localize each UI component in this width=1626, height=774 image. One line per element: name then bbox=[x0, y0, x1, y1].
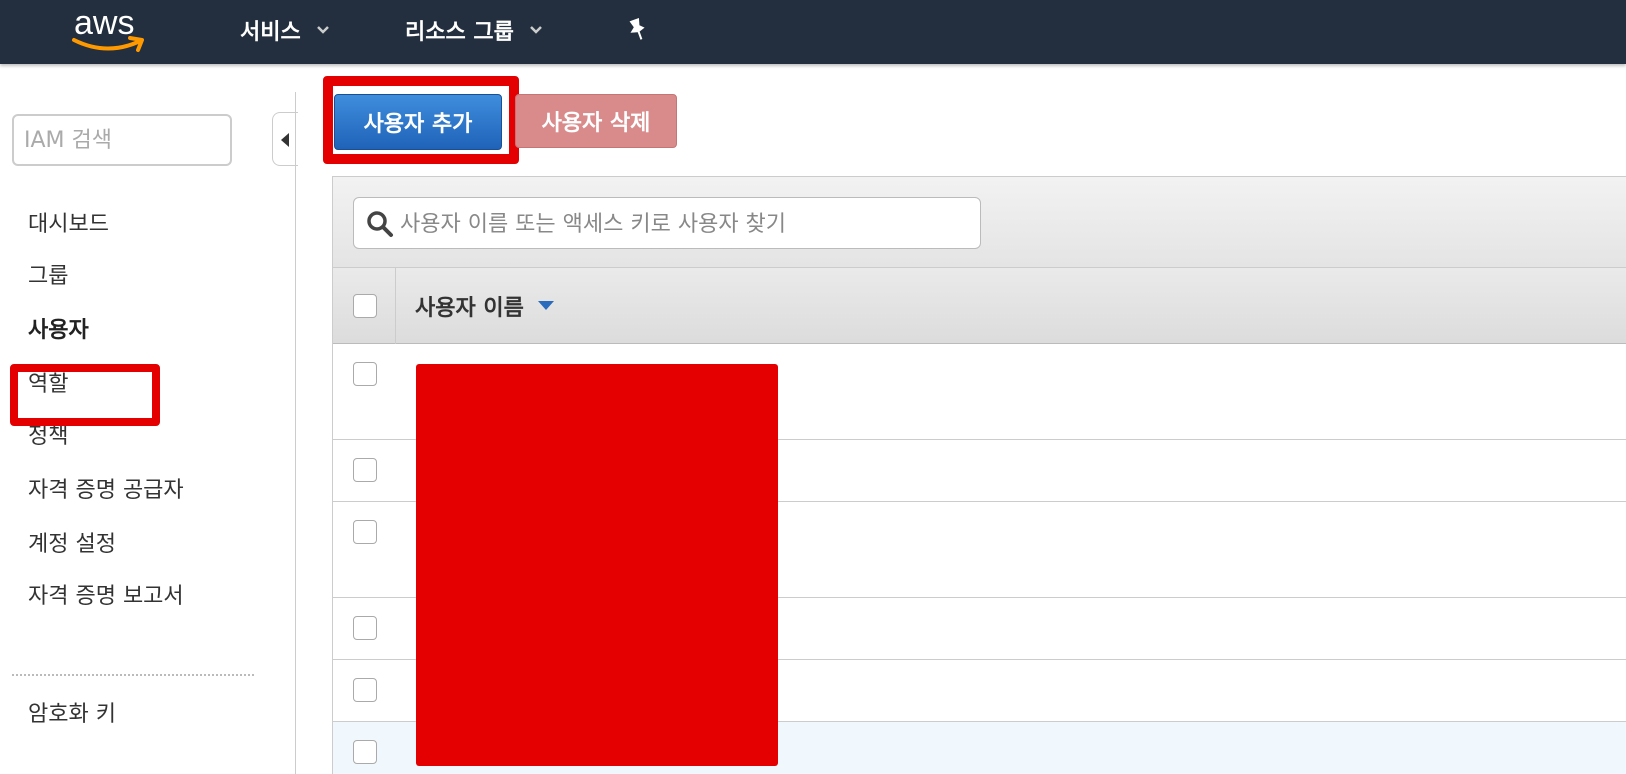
select-all-checkbox[interactable] bbox=[353, 294, 377, 318]
caret-left-icon bbox=[281, 133, 289, 147]
row-checkbox[interactable] bbox=[353, 616, 377, 640]
search-icon bbox=[367, 211, 393, 237]
pin-icon[interactable] bbox=[625, 16, 651, 44]
services-menu-label: 서비스 bbox=[240, 20, 301, 45]
delete-user-button[interactable]: 사용자 삭제 bbox=[515, 94, 677, 148]
sidebar-item-users[interactable]: 사용자 bbox=[28, 312, 89, 344]
user-search-box[interactable] bbox=[353, 197, 981, 249]
services-menu[interactable]: 서비스 bbox=[240, 12, 331, 48]
header-divider bbox=[395, 268, 396, 344]
table-search-bar bbox=[333, 176, 1626, 268]
sidebar-item-groups[interactable]: 그룹 bbox=[28, 258, 68, 290]
row-checkbox[interactable] bbox=[353, 678, 377, 702]
user-search-input[interactable] bbox=[398, 206, 972, 242]
sidebar-item-credential-report[interactable]: 자격 증명 보고서 bbox=[28, 578, 184, 610]
sidebar-item-encryption-keys[interactable]: 암호화 키 bbox=[28, 696, 116, 728]
aws-smile-icon bbox=[72, 36, 144, 52]
aws-logo[interactable]: aws bbox=[70, 4, 150, 56]
sidebar-item-identity-providers[interactable]: 자격 증명 공급자 bbox=[28, 472, 184, 504]
sidebar-divider bbox=[12, 674, 254, 676]
resource-groups-menu-label: 리소스 그룹 bbox=[405, 20, 514, 45]
table-header: 사용자 이름 bbox=[333, 268, 1626, 344]
iam-search-input[interactable] bbox=[12, 114, 232, 166]
row-checkbox[interactable] bbox=[353, 362, 377, 386]
redaction-block bbox=[416, 364, 778, 766]
resource-groups-menu[interactable]: 리소스 그룹 bbox=[405, 12, 544, 48]
chevron-down-icon bbox=[529, 26, 542, 34]
sidebar-item-dashboard[interactable]: 대시보드 bbox=[28, 206, 109, 238]
column-header-username-label: 사용자 이름 bbox=[415, 296, 524, 321]
column-header-username[interactable]: 사용자 이름 bbox=[415, 290, 554, 322]
row-checkbox[interactable] bbox=[353, 458, 377, 482]
sidebar-border bbox=[295, 92, 296, 774]
chevron-down-icon bbox=[316, 26, 329, 34]
add-user-button[interactable]: 사용자 추가 bbox=[334, 94, 502, 150]
top-navigation-bar: aws 서비스 리소스 그룹 bbox=[0, 0, 1626, 64]
sort-descending-icon bbox=[537, 301, 554, 310]
sidebar-item-account-settings[interactable]: 계정 설정 bbox=[28, 526, 116, 558]
users-highlight-box bbox=[10, 364, 160, 426]
row-checkbox[interactable] bbox=[353, 740, 377, 764]
sidebar: 대시보드 그룹 사용자 역할 정책 자격 증명 공급자 계정 설정 자격 증명 … bbox=[0, 64, 290, 774]
row-checkbox[interactable] bbox=[353, 520, 377, 544]
